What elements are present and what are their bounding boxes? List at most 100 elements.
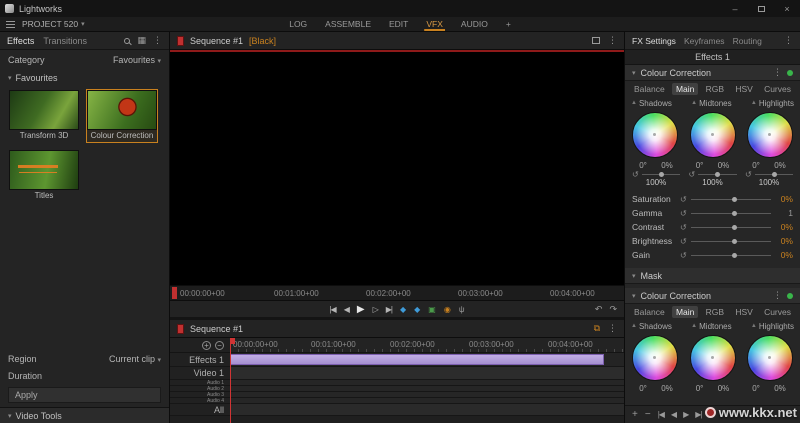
midtones-colour-wheel[interactable] <box>690 112 736 158</box>
step-back-button[interactable]: ◀ <box>344 305 349 314</box>
mode-tab-rgb[interactable]: RGB <box>702 83 728 95</box>
video-tools-section[interactable]: ▾ Video Tools <box>0 407 169 423</box>
grid-view-icon[interactable]: ▦ <box>137 35 146 46</box>
wheel-tab-highlights[interactable]: ▲Highlights <box>751 99 794 108</box>
wheel-tab-shadows[interactable]: ▲Shadows <box>631 322 672 331</box>
kebab-menu-icon[interactable]: ⋮ <box>784 35 793 46</box>
track-content[interactable] <box>230 380 624 385</box>
play-button[interactable]: ▶ <box>357 304 365 315</box>
reset-icon[interactable]: ↺ <box>680 252 687 259</box>
track-label[interactable]: Audio 3 <box>170 392 230 397</box>
tab-effects[interactable]: Effects <box>7 36 34 46</box>
colour-correction-section-header[interactable]: ▾ Colour Correction ⋮ <box>625 65 800 81</box>
search-icon[interactable] <box>124 38 130 44</box>
track-content[interactable] <box>230 367 624 379</box>
kebab-menu-icon[interactable]: ⋮ <box>608 323 617 334</box>
track-content[interactable] <box>230 386 624 391</box>
effect-enabled-toggle[interactable] <box>787 70 793 76</box>
mark-out-icon[interactable]: ◆ <box>414 305 420 314</box>
go-to-start-button[interactable]: |◀ <box>658 410 664 419</box>
reset-icon[interactable]: ↺ <box>680 238 687 245</box>
effect-transform-3d[interactable]: Transform 3D <box>8 89 80 143</box>
slider-track[interactable] <box>691 213 771 214</box>
step-back-button[interactable]: ◀ <box>671 410 676 419</box>
mask-section-header[interactable]: ▾ Mask <box>625 268 800 284</box>
track-label[interactable]: Audio 2 <box>170 386 230 391</box>
fullscreen-icon[interactable] <box>592 37 600 44</box>
tab-audio[interactable]: AUDIO <box>459 17 490 31</box>
tab-assemble[interactable]: ASSEMBLE <box>323 17 373 31</box>
slider-knob[interactable] <box>732 197 737 202</box>
shadows-colour-wheel[interactable] <box>632 112 678 158</box>
tab-fx-settings[interactable]: FX Settings <box>632 36 676 46</box>
tab-log[interactable]: LOG <box>287 17 309 31</box>
midtones-colour-wheel[interactable] <box>690 335 736 381</box>
zoom-in-icon[interactable]: + <box>202 341 211 350</box>
kebab-menu-icon[interactable]: ⋮ <box>153 35 162 46</box>
wheel-luma-slider[interactable] <box>642 174 680 175</box>
wheel-luma-slider[interactable] <box>755 174 793 175</box>
mode-tab-rgb[interactable]: RGB <box>702 306 728 318</box>
reset-icon[interactable]: ↺ <box>680 196 687 203</box>
track-label[interactable]: Audio 4 <box>170 398 230 403</box>
project-selector[interactable]: PROJECT 520 <box>22 19 78 29</box>
track-label[interactable]: Effects 1 <box>170 353 230 366</box>
tab-transitions[interactable]: Transitions <box>43 36 87 46</box>
reset-icon[interactable]: ↺ <box>680 210 687 217</box>
mic-icon[interactable]: ψ <box>459 305 465 314</box>
close-button[interactable]: × <box>774 0 800 17</box>
redo-button[interactable]: ↷ <box>609 304 617 315</box>
track-content[interactable] <box>230 398 624 403</box>
slider-knob[interactable] <box>732 239 737 244</box>
mode-tab-main[interactable]: Main <box>672 83 698 95</box>
go-to-end-button[interactable]: ▶| <box>695 410 701 419</box>
category-dropdown[interactable]: Favourites ▾ <box>113 55 161 65</box>
tab-keyframes[interactable]: Keyframes <box>684 36 725 46</box>
reset-icon[interactable]: ↺ <box>632 171 639 178</box>
timeline-timecode-ruler[interactable]: 00:00:00+00 00:01:00+00 00:02:00+00 00:0… <box>230 338 624 352</box>
record-icon[interactable]: ◉ <box>444 305 451 314</box>
video-viewer[interactable] <box>170 50 624 285</box>
play-button[interactable]: ▶ <box>683 410 688 419</box>
track-label[interactable]: All <box>170 404 230 415</box>
zoom-out-icon[interactable]: − <box>215 341 224 350</box>
track-content[interactable] <box>230 353 624 366</box>
slider-knob[interactable] <box>772 172 777 177</box>
region-dropdown[interactable]: Current clip ▾ <box>109 354 161 364</box>
mode-tab-balance[interactable]: Balance <box>630 306 669 318</box>
highlights-colour-wheel[interactable] <box>747 112 793 158</box>
slider-knob[interactable] <box>732 211 737 216</box>
fx-settings-scroll[interactable]: ▾ Colour Correction ⋮ Balance Main RGB H… <box>625 65 800 405</box>
kebab-menu-icon[interactable]: ⋮ <box>773 290 782 301</box>
mode-tab-hsv[interactable]: HSV <box>731 306 756 318</box>
mark-in-icon[interactable]: ◆ <box>400 305 406 314</box>
tab-edit[interactable]: EDIT <box>387 17 410 31</box>
effect-clip-bar[interactable] <box>230 354 604 365</box>
effect-colour-correction[interactable]: Colour Correction <box>86 89 158 143</box>
colour-correction-2-section-header[interactable]: ▾ Colour Correction ⋮ <box>625 288 800 304</box>
wheel-tab-midtones[interactable]: ▲Midtones <box>691 99 731 108</box>
hamburger-menu-icon[interactable] <box>6 21 15 28</box>
replace-icon[interactable]: ▣ <box>428 305 436 314</box>
slider-track[interactable] <box>691 255 771 256</box>
reset-icon[interactable]: ↺ <box>745 171 752 178</box>
layers-icon[interactable]: ⧉ <box>594 323 600 334</box>
track-label[interactable]: Audio 1 <box>170 380 230 385</box>
slider-knob[interactable] <box>732 225 737 230</box>
apply-button[interactable]: Apply <box>8 387 161 403</box>
mode-tab-balance[interactable]: Balance <box>630 83 669 95</box>
wheel-tab-highlights[interactable]: ▲Highlights <box>751 322 794 331</box>
slider-knob[interactable] <box>659 172 664 177</box>
tab-routing[interactable]: Routing <box>733 36 762 46</box>
wheel-tab-shadows[interactable]: ▲Shadows <box>631 99 672 108</box>
track-content[interactable] <box>230 392 624 397</box>
mode-tab-hsv[interactable]: HSV <box>731 83 756 95</box>
slider-track[interactable] <box>691 241 771 242</box>
minimize-button[interactable]: – <box>722 0 748 17</box>
slider-knob[interactable] <box>715 172 720 177</box>
reset-icon[interactable]: ↺ <box>680 224 687 231</box>
mode-tab-curves[interactable]: Curves <box>760 306 795 318</box>
undo-button[interactable]: ↶ <box>595 304 603 315</box>
go-to-end-button[interactable]: ▶| <box>386 305 392 314</box>
favourites-group-header[interactable]: ▾ Favourites <box>0 70 169 86</box>
